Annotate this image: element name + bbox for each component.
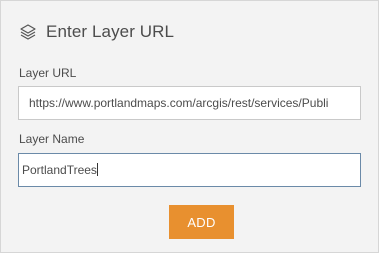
panel-header: Enter Layer URL <box>19 19 174 45</box>
layer-name-value: PortlandTrees <box>22 163 97 177</box>
layer-name-label: Layer Name <box>19 132 85 146</box>
layer-url-value: https://www.portlandmaps.com/arcgis/rest… <box>29 96 329 110</box>
layer-name-input[interactable]: PortlandTrees <box>18 153 361 187</box>
layer-url-input[interactable]: https://www.portlandmaps.com/arcgis/rest… <box>18 86 361 120</box>
panel-title: Enter Layer URL <box>46 22 175 41</box>
layers-icon <box>19 23 37 41</box>
add-button[interactable]: ADD <box>169 205 234 239</box>
enter-layer-url-panel: Enter Layer URL Layer URL https://www.po… <box>0 0 379 253</box>
text-caret <box>96 163 98 177</box>
layer-url-label: Layer URL <box>19 66 77 80</box>
